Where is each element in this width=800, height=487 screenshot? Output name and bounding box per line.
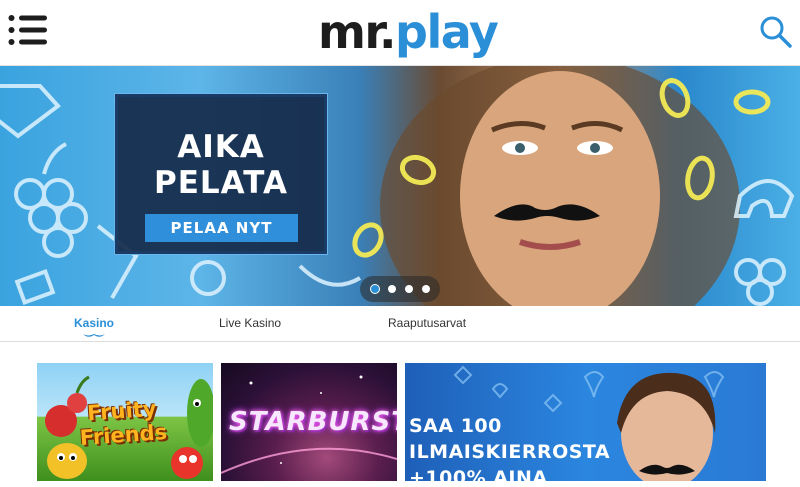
promo-line1: SAA 100 (409, 415, 502, 437)
tab-raaputusarvat[interactable]: Raaputusarvat (388, 316, 466, 330)
tab-live-kasino[interactable]: Live Kasino (219, 316, 281, 330)
fruity-friends-title: Fruity Friends (77, 396, 168, 450)
top-header: mr.play (0, 0, 800, 66)
carousel-dot-3[interactable] (405, 285, 413, 293)
play-now-button[interactable]: PELAA NYT (145, 214, 298, 242)
promo-tile-free-spins[interactable]: SAA 100 ILMAISKIERROSTA +100% AINA (405, 363, 766, 481)
carousel-pagination (360, 276, 440, 302)
logo-prefix: mr. (318, 5, 397, 59)
hero-title-line1: AIKA (177, 129, 265, 165)
carousel-dot-4[interactable] (422, 285, 430, 293)
carousel-dot-2[interactable] (388, 285, 396, 293)
carousel-dot-1[interactable] (371, 285, 379, 293)
search-icon[interactable] (758, 14, 794, 50)
starburst-title: STARBURST (229, 407, 397, 437)
hero-banner[interactable]: AIKA PELATA PELAA NYT (0, 66, 800, 306)
tab-kasino[interactable]: Kasino (74, 316, 114, 330)
brand-logo[interactable]: mr.play (318, 4, 499, 60)
hero-title: AIKA PELATA (118, 129, 324, 201)
category-tabs: Kasino Live Kasino Raaputusarvat (0, 306, 800, 342)
promo-line2: ILMAISKIERROSTA (409, 441, 611, 463)
hero-title-line2: PELATA (154, 165, 288, 201)
hero-promo-box: AIKA PELATA PELAA NYT (114, 93, 328, 255)
promo-line3: +100% AINA (409, 467, 548, 481)
logo-suffix: play (395, 5, 499, 59)
hamburger-menu-icon[interactable] (8, 14, 48, 46)
game-tile-starburst[interactable]: STARBURST (221, 363, 397, 481)
game-grid: Fruity Friends STARBURST SAA 100 ILMAISK… (0, 343, 800, 487)
game-tile-fruity-friends[interactable]: Fruity Friends (37, 363, 213, 481)
mustache-underline-icon (83, 334, 105, 337)
promo-tile-text: SAA 100 ILMAISKIERROSTA +100% AINA (409, 413, 610, 481)
